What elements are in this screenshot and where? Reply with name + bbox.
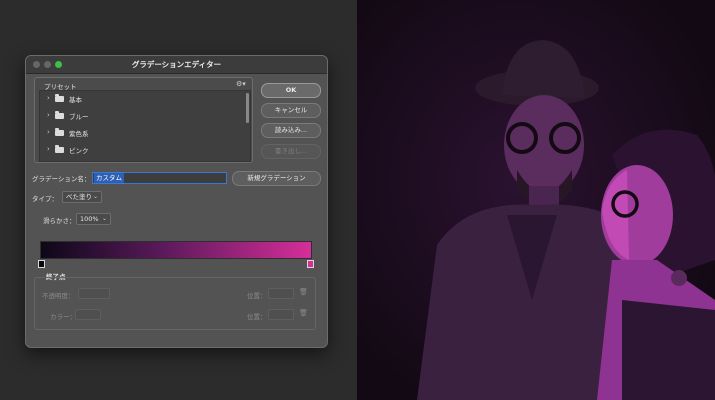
gear-icon[interactable]: ⚙▾: [236, 80, 246, 88]
gradient-name-value: カスタム: [94, 173, 124, 183]
gradient-name-input[interactable]: カスタム: [92, 172, 227, 184]
preset-folder-pink[interactable]: › ピンク: [40, 142, 240, 159]
preset-list[interactable]: › 基本 › ブルー › 紫色系 › ピンク: [39, 90, 251, 162]
trash-icon[interactable]: 🗑: [299, 309, 308, 317]
type-select[interactable]: べた塗り ⌄: [62, 191, 102, 203]
color-stop-end[interactable]: [307, 260, 314, 268]
chevron-right-icon[interactable]: ›: [47, 111, 50, 119]
type-label: タイプ：: [32, 195, 58, 203]
chevron-right-icon[interactable]: ›: [47, 145, 50, 153]
gradient-name-label: グラデーション名：: [32, 175, 91, 183]
color-location-input[interactable]: [268, 309, 294, 320]
duotone-photo: [357, 0, 715, 400]
presets-panel: プリセット ⚙▾ › 基本 › ブルー › 紫色系 › ピンク: [34, 77, 253, 163]
dialog-title: グラデーションエディター: [131, 60, 222, 69]
type-select-value: べた塗り: [66, 193, 92, 201]
preset-folder-basic[interactable]: › 基本: [40, 91, 240, 108]
preset-scrollbar[interactable]: [246, 93, 249, 123]
new-gradient-button[interactable]: 新規グラデーション: [232, 171, 321, 186]
preset-folder-label: 基本: [69, 96, 82, 104]
trash-icon[interactable]: 🗑: [299, 288, 308, 296]
preset-folder-label: 紫色系: [69, 130, 89, 138]
preset-folder-label: ピンク: [69, 147, 89, 155]
opacity-input[interactable]: [78, 288, 110, 299]
stops-panel: 不透明度： 位置： 🗑 カラー： 位置： 🗑: [34, 277, 316, 330]
folder-icon: [55, 111, 64, 119]
export-button[interactable]: 書き出し...: [261, 144, 321, 159]
chevron-down-icon: ⌄: [92, 193, 98, 200]
load-button[interactable]: 読み込み...: [261, 123, 321, 138]
gradient-preview-bar[interactable]: [40, 241, 312, 259]
preset-folder-label: ブルー: [69, 113, 89, 121]
title-bar[interactable]: グラデーションエディター: [26, 56, 327, 74]
ok-button[interactable]: OK: [261, 83, 321, 98]
smoothness-label: 滑らかさ：: [43, 217, 76, 225]
smoothness-input[interactable]: 100% ⌄: [76, 213, 111, 225]
chevron-right-icon[interactable]: ›: [47, 94, 50, 102]
color-swatch[interactable]: [75, 309, 101, 320]
photo-illustration: [357, 0, 715, 400]
cancel-button[interactable]: キャンセル: [261, 103, 321, 118]
folder-icon: [55, 145, 64, 153]
opacity-location-input[interactable]: [268, 288, 294, 299]
chevron-down-icon: ⌄: [101, 215, 107, 222]
chevron-right-icon[interactable]: ›: [47, 128, 50, 136]
color-location-label: 位置：: [247, 313, 267, 321]
opacity-location-label: 位置：: [247, 292, 267, 300]
folder-icon: [55, 94, 64, 102]
preset-folder-purple[interactable]: › 紫色系: [40, 125, 240, 142]
color-label: カラー：: [50, 313, 76, 321]
opacity-label: 不透明度：: [42, 292, 75, 300]
preset-folder-blue[interactable]: › ブルー: [40, 108, 240, 125]
color-stop-start[interactable]: [38, 260, 45, 268]
gradient-editor-dialog: グラデーションエディター プリセット ⚙▾ › 基本 › ブルー › 紫色系 ›: [25, 55, 328, 348]
smoothness-value: 100%: [80, 215, 99, 223]
folder-icon: [55, 128, 64, 136]
